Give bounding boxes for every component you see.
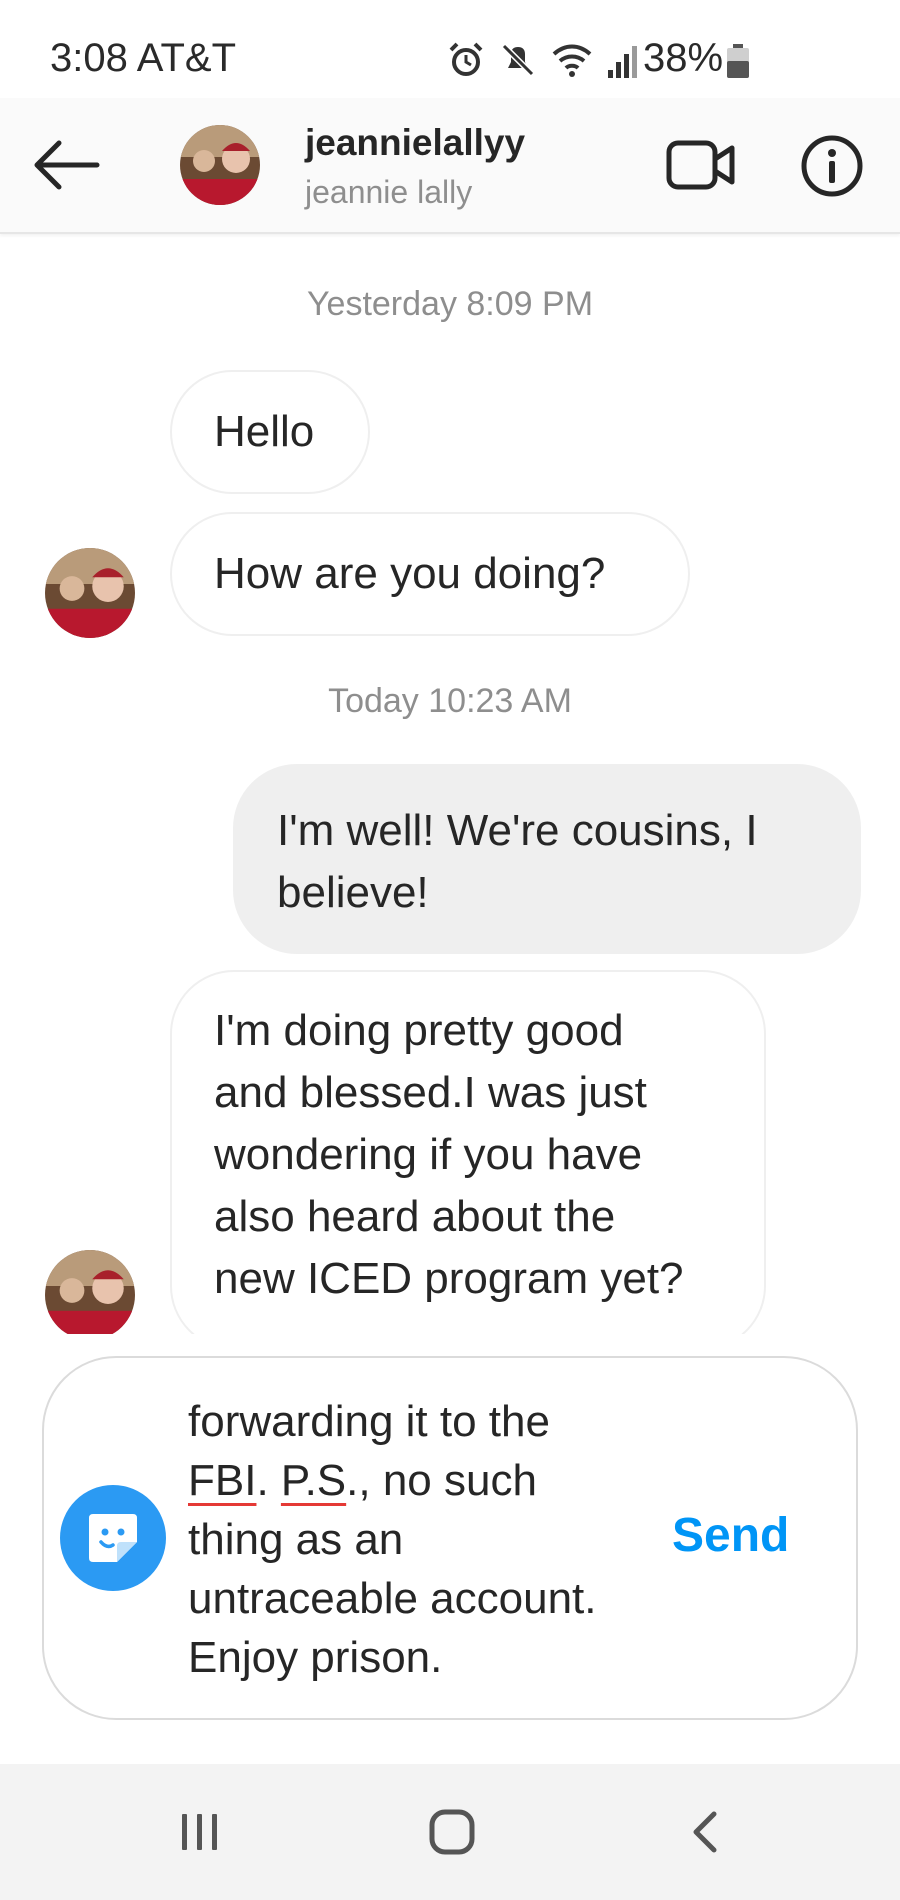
system-back-button[interactable] [676,1800,736,1864]
video-camera-icon [666,140,735,190]
input-line: untraceable account. [188,1574,597,1623]
input-line: forwarding it to the [188,1397,550,1446]
full-name: jeannie lally [305,174,473,210]
message-line: also heard about the [214,1192,616,1241]
input-text: . [256,1456,281,1505]
info-icon [801,135,863,197]
sticker-icon [89,1514,137,1562]
back-icon [693,1811,717,1853]
back-arrow-icon [34,140,100,190]
username[interactable]: jeannielallyy [305,122,525,164]
status-time-carrier: 3:08 AT&T [50,36,237,80]
info-button[interactable] [798,132,866,200]
avatar[interactable] [180,125,260,205]
video-call-button[interactable] [664,132,738,198]
status-icons [446,38,640,82]
message-line: wondering if you have [214,1130,643,1179]
input-line: FBI. P.S., no such [188,1451,658,1510]
timestamp: Yesterday 8:09 PM [306,285,594,323]
sender-avatar[interactable] [45,1250,135,1340]
message-bubble-sent[interactable]: I'm well! We're cousins, I believe! [233,764,861,954]
message-input[interactable]: forwarding it to the FBI. P.S., no such … [188,1392,658,1692]
recent-apps-icon [182,1814,217,1850]
message-line: new ICED program yet? [214,1254,684,1303]
chat-header [0,98,900,234]
home-icon [429,1809,475,1855]
home-button[interactable] [420,1800,484,1864]
message-text: Hello [214,407,315,456]
mute-icon [501,43,535,77]
message-line: and blessed.I was just [214,1068,647,1117]
spellcheck-word[interactable]: FBI [188,1456,256,1505]
message-bubble-received[interactable]: How are you doing? [170,512,690,636]
wifi-icon [552,44,592,77]
thread-edge [0,1334,900,1354]
sticker-button[interactable] [60,1485,166,1591]
message-line: believe! [277,868,429,917]
sender-avatar[interactable] [45,548,135,638]
input-line: Enjoy prison. [188,1633,443,1682]
battery-percentage: 38% [643,36,724,80]
spellcheck-word[interactable]: P.S [281,1456,346,1505]
message-bubble-received[interactable]: I'm doing pretty good and blessed.I was … [170,970,766,1350]
message-text: How are you doing? [214,549,606,598]
timestamp: Today 10:23 AM [328,682,572,720]
input-text: ., no such [346,1456,537,1505]
message-bubble-received[interactable]: Hello [170,370,370,494]
signal-icon [608,46,637,78]
alarm-icon [449,42,483,76]
battery-icon [727,44,749,78]
message-line: I'm well! We're cousins, I [277,806,758,855]
input-line: thing as an [188,1515,404,1564]
back-button[interactable] [28,130,104,200]
send-button[interactable]: Send [672,1508,789,1563]
recent-apps-button[interactable] [170,1800,230,1864]
message-line: I'm doing pretty good [214,1006,624,1055]
